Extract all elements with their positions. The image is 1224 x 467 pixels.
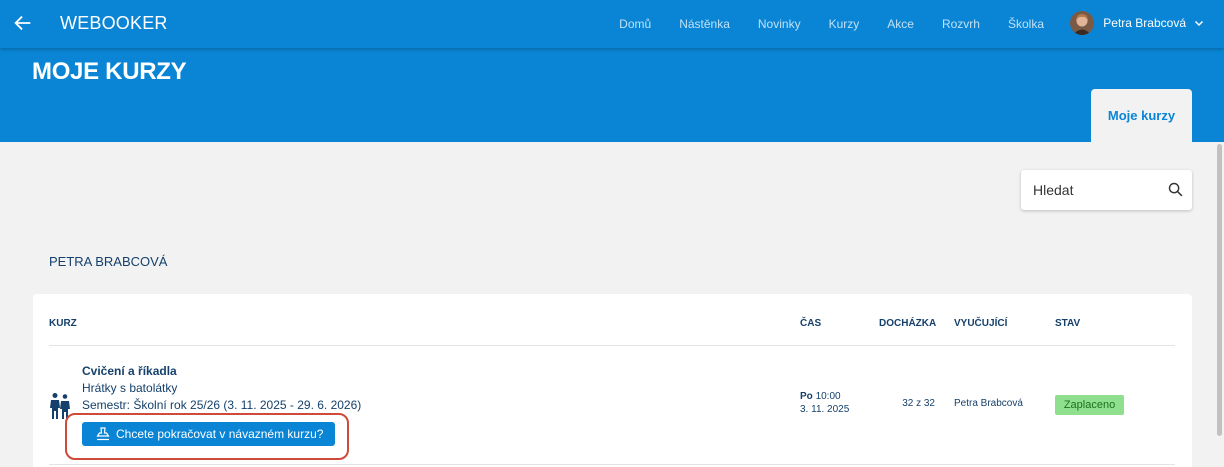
user-name: Petra Brabcová — [1103, 16, 1186, 30]
divider — [49, 345, 1175, 346]
arrow-left-icon[interactable] — [12, 12, 34, 34]
tab-moje-kurzy[interactable]: Moje kurzy — [1091, 89, 1192, 142]
scrollbar[interactable] — [1216, 142, 1224, 467]
teacher-name: Petra Brabcová — [954, 398, 1023, 409]
nav-item-domu[interactable]: Domů — [619, 17, 651, 31]
nav-item-nastenka[interactable]: Nástěnka — [679, 17, 730, 31]
search-icon[interactable] — [1167, 181, 1184, 198]
top-navbar: WEBOOKER Domů Nástěnka Novinky Kurzy Akc… — [0, 0, 1224, 48]
column-header-status: STAV — [1055, 318, 1081, 329]
brand-logo[interactable]: WEBOOKER — [60, 13, 168, 34]
column-header-course: KURZ — [49, 318, 77, 329]
column-header-attendance: DOCHÁZKA — [879, 318, 937, 329]
course-semester: Semestr: Školní rok 25/26 (3. 11. 2025 -… — [82, 398, 362, 412]
continue-course-button[interactable]: Chcete pokračovat v návazném kurzu? — [82, 422, 335, 446]
attendance-value: 32 z 32 — [902, 398, 935, 409]
nav-item-rozvrh[interactable]: Rozvrh — [942, 17, 980, 31]
page-title: MOJE KURZY — [32, 58, 187, 85]
course-time: Po 10:00 — [800, 391, 841, 402]
stamp-icon — [96, 427, 110, 441]
user-menu[interactable]: Petra Brabcová — [1070, 11, 1204, 35]
chevron-down-icon — [1194, 20, 1204, 27]
person-heading: PETRA BRABCOVÁ — [49, 254, 168, 269]
course-name[interactable]: Cvičení a říkadla — [82, 364, 177, 378]
page-header: MOJE KURZY Moje kurzy — [0, 48, 1224, 142]
nav-item-skolka[interactable]: Školka — [1008, 17, 1044, 31]
nav-item-akce[interactable]: Akce — [887, 17, 914, 31]
nav-item-novinky[interactable]: Novinky — [758, 17, 801, 31]
search-input[interactable] — [1033, 170, 1163, 210]
continue-course-label: Chcete pokračovat v návazném kurzu? — [116, 427, 324, 441]
column-header-teacher: VYUČUJÍCÍ — [954, 318, 1008, 329]
nav-item-kurzy[interactable]: Kurzy — [829, 17, 860, 31]
children-icon — [50, 393, 70, 419]
scrollbar-thumb[interactable] — [1217, 144, 1222, 436]
main-nav: Domů Nástěnka Novinky Kurzy Akce Rozvrh … — [591, 0, 1044, 48]
avatar — [1070, 11, 1095, 35]
status-badge: Zaplaceno — [1055, 395, 1124, 415]
column-header-time: ČAS — [800, 318, 822, 329]
courses-table: KURZ ČAS DOCHÁZKA VYUČUJÍCÍ STAV Cvičení… — [33, 294, 1192, 467]
divider — [49, 464, 1175, 465]
course-subtitle: Hrátky s batolátky — [82, 381, 178, 395]
search-box — [1021, 170, 1192, 210]
course-date: 3. 11. 2025 — [800, 404, 850, 415]
